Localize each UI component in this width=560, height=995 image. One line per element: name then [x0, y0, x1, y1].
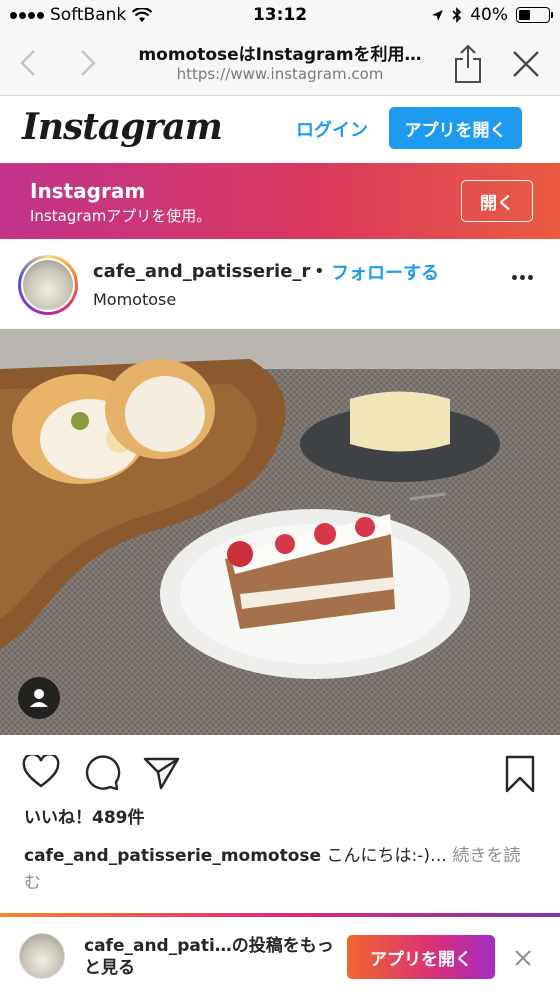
- post-location[interactable]: Momotose: [93, 290, 176, 309]
- app-promo-banner: Instagram Instagramアプリを使用。 開く: [0, 163, 560, 239]
- url-display[interactable]: https://www.instagram.com: [125, 65, 435, 83]
- post-caption: cafe_and_patisserie_momotose こんにちは:-)… 続…: [24, 843, 524, 897]
- separator-dot: •: [314, 261, 325, 282]
- banner-title: Instagram: [30, 179, 146, 203]
- location-arrow-icon: [432, 9, 444, 21]
- close-icon[interactable]: [514, 949, 532, 967]
- gradient-divider: [0, 913, 560, 917]
- browser-bar: momotoseはInstagramを利用… https://www.insta…: [0, 32, 560, 96]
- post-header: cafe_and_patisserie_r • フォローする Momotose: [0, 239, 560, 329]
- heart-icon[interactable]: [22, 755, 60, 789]
- status-bar: SoftBank 13:12 40%: [0, 0, 560, 32]
- tagged-user-button[interactable]: [18, 677, 60, 719]
- post-username[interactable]: cafe_and_patisserie_r: [93, 261, 313, 282]
- share-icon[interactable]: [453, 44, 483, 84]
- post-actions: [0, 735, 560, 810]
- follow-button[interactable]: フォローする: [331, 259, 439, 285]
- bookmark-icon[interactable]: [504, 755, 536, 793]
- bottom-promo-bar: cafe_and_pati…の投稿をもっと見る アプリを開く: [0, 913, 560, 995]
- post-photo[interactable]: [0, 329, 560, 735]
- close-icon[interactable]: [510, 48, 542, 80]
- caption-text: こんにちは:-)…: [321, 846, 447, 866]
- like-count[interactable]: いいね！489件: [24, 803, 145, 828]
- footer-open-app-button[interactable]: アプリを開く: [347, 935, 495, 979]
- caption-username[interactable]: cafe_and_patisserie_momotose: [24, 846, 321, 866]
- back-icon[interactable]: [18, 48, 38, 78]
- send-icon[interactable]: [143, 755, 181, 791]
- cake-photo-illustration: [0, 329, 560, 735]
- page-title[interactable]: momotoseはInstagramを利用…: [125, 40, 435, 65]
- user-icon: [30, 689, 48, 707]
- forward-icon[interactable]: [78, 48, 98, 78]
- status-right: 40%: [431, 5, 553, 25]
- comment-icon[interactable]: [83, 755, 121, 791]
- banner-subtitle: Instagramアプリを使用。: [30, 207, 212, 225]
- avatar[interactable]: [18, 255, 78, 315]
- instagram-logo[interactable]: Instagram: [22, 106, 223, 148]
- bluetooth-icon: [452, 7, 462, 23]
- battery-percent: 40%: [470, 5, 508, 25]
- open-app-button[interactable]: アプリを開く: [389, 107, 522, 149]
- battery-level: [519, 10, 531, 20]
- login-link[interactable]: ログイン: [296, 116, 368, 142]
- instagram-header: Instagram ログイン アプリを開く: [0, 97, 560, 163]
- battery-icon: [516, 7, 553, 23]
- footer-avatar: [19, 933, 65, 979]
- footer-text: cafe_and_pati…の投稿をもっと見る: [84, 936, 334, 978]
- more-options-icon[interactable]: [512, 275, 533, 280]
- banner-open-button[interactable]: 開く: [461, 180, 533, 222]
